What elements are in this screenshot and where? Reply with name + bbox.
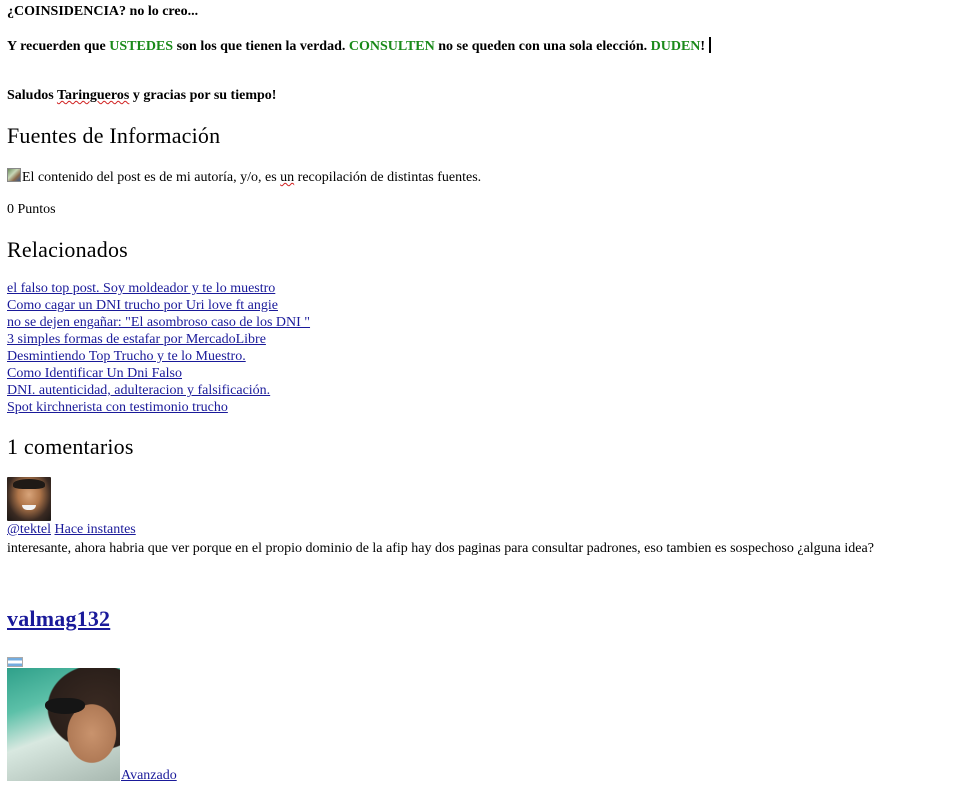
advice-text-b: son los que tienen la verdad. [173,39,349,54]
author-name-heading: valmag132 [7,606,110,632]
greeting-text-a: Saludos [7,88,57,103]
related-item: Desmintiendo Top Trucho y te lo Muestro. [7,348,310,365]
highlight-duden: DUDEN [650,39,701,54]
advice-text-d: ! [700,39,706,54]
fuentes-text: El contenido del post es de mi autoría, … [7,168,481,186]
comment-time-link[interactable]: Hace instantes [55,522,136,537]
related-link[interactable]: 3 simples formas de estafar por MercadoL… [7,332,266,347]
related-item: DNI. autenticidad, adulteracion y falsif… [7,382,310,399]
related-item: Spot kirchnerista con testimonio trucho [7,399,310,416]
highlight-consulten: CONSULTEN [348,39,435,54]
source-image-icon [7,168,21,182]
related-item: Como cagar un DNI trucho por Uri love ft… [7,297,310,314]
fuentes-heading: Fuentes de Información [7,123,221,148]
text-caret [709,37,712,53]
comment-meta: @tektel Hace instantes [7,522,136,538]
post-paragraph-greeting: Saludos Taringueros y gracias por su tie… [7,88,276,104]
related-link[interactable]: Como cagar un DNI trucho por Uri love ft… [7,298,278,313]
avatar-smile [22,505,36,510]
highlight-ustedes: USTEDES [109,39,174,54]
question-text: ¿COINSIDENCIA? [7,4,127,19]
post-paragraph-question: ¿COINSIDENCIA? no lo creo... [7,4,198,20]
advice-text-a: Y recuerden que [7,39,110,54]
fuentes-text-a: El contenido del post es de mi autoría, … [22,170,281,185]
author-level-link[interactable]: Avanzado [121,768,177,784]
related-link[interactable]: Como Identificar Un Dni Falso [7,366,182,381]
related-link[interactable]: no se dejen engañar: "El asombroso caso … [7,315,310,330]
post-paragraph-advice: Y recuerden que USTEDES son los que tien… [7,37,712,55]
related-item: el falso top post. Soy moldeador y te lo… [7,280,310,297]
related-item: Como Identificar Un Dni Falso [7,365,310,382]
comments-heading: 1 comentarios [7,434,134,459]
post-page: ¿COINSIDENCIA? no lo creo... Y recuerden… [7,0,952,786]
spellcheck-word: un [280,170,295,185]
spellcheck-word: Taringueros [56,88,130,103]
related-list: el falso top post. Soy moldeador y te lo… [7,280,310,416]
greeting-text-b: y gracias por su tiempo! [129,88,277,103]
related-heading: Relacionados [7,237,128,262]
commenter-avatar[interactable] [7,477,51,521]
commenter-username-link[interactable]: @tektel [7,522,51,537]
related-link[interactable]: Spot kirchnerista con testimonio trucho [7,400,228,415]
fuentes-text-b: recopilación de distintas fuentes. [294,170,482,185]
photo-sunglasses [45,698,85,714]
author-profile-link[interactable]: valmag132 [7,606,110,631]
argentina-flag-icon [7,657,23,667]
points-count: 0 Puntos [7,202,56,217]
related-link[interactable]: DNI. autenticidad, adulteracion y falsif… [7,383,270,398]
related-link[interactable]: el falso top post. Soy moldeador y te lo… [7,281,275,296]
related-link[interactable]: Desmintiendo Top Trucho y te lo Muestro. [7,349,246,364]
advice-text-c: no se queden con una sola elección. [434,39,651,54]
related-item: no se dejen engañar: "El asombroso caso … [7,314,310,331]
author-photo[interactable] [7,668,120,781]
question-reply: no lo creo... [126,4,199,19]
comment-body: interesante, ahora habria que ver porque… [7,541,874,556]
avatar-hair [13,479,45,489]
related-item: 3 simples formas de estafar por MercadoL… [7,331,310,348]
